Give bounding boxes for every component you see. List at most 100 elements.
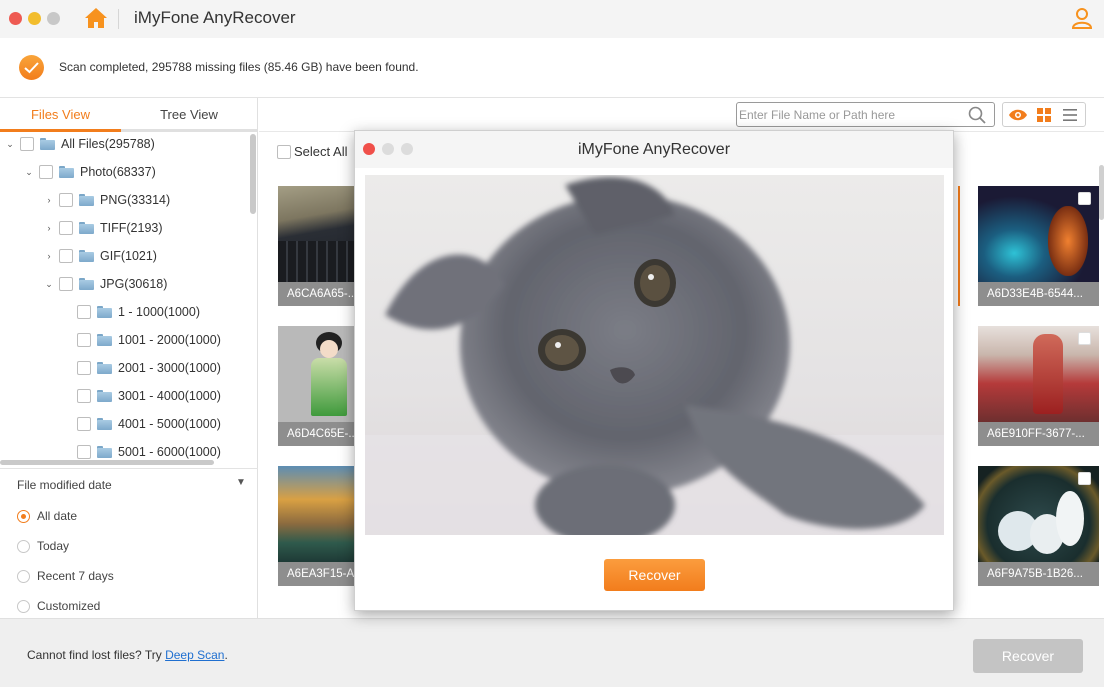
tree-item-label: TIFF(2193) <box>100 221 163 235</box>
deep-scan-prompt: Cannot find lost files? Try Deep Scan. <box>27 648 228 662</box>
tree-checkbox[interactable] <box>59 277 73 291</box>
tree-item-jpg[interactable]: ⌄ JPG(30618) <box>43 273 167 295</box>
tree-item-label: JPG(30618) <box>100 277 168 291</box>
window-minimize-button[interactable] <box>28 12 41 25</box>
thumbnail-item[interactable]: A6F9A75B-1B26... <box>978 466 1099 586</box>
scan-status-message: Scan completed, 295788 missing files (85… <box>59 60 419 74</box>
tree-item-photo[interactable]: ⌄ Photo(68337) <box>23 161 156 183</box>
tree-item-range[interactable]: 4001 - 5000(1000) <box>77 413 221 435</box>
chevron-right-icon[interactable]: › <box>43 194 55 206</box>
chevron-down-icon[interactable]: ⌄ <box>23 166 35 178</box>
file-tree: ⌄ All Files(295788) ⌄ Photo(68337) › PNG… <box>0 132 250 460</box>
chevron-right-icon[interactable]: › <box>43 222 55 234</box>
tree-checkbox[interactable] <box>77 389 91 403</box>
radio-label: All date <box>37 509 78 523</box>
radio-all-date[interactable]: All date <box>17 509 77 523</box>
chevron-down-icon[interactable]: ⌄ <box>43 278 55 290</box>
radio-button[interactable] <box>17 509 30 523</box>
list-view-icon[interactable] <box>1060 106 1080 124</box>
thumbnail-caption: A6D33E4B-6544... <box>978 282 1099 306</box>
window-zoom-button[interactable] <box>47 12 60 25</box>
thumbnail-caption: A6E910FF-3677-... <box>978 422 1099 446</box>
tree-item-label: 1 - 1000(1000) <box>118 305 201 319</box>
tab-files-view[interactable]: Files View <box>0 98 121 132</box>
tree-item-label: GIF(1021) <box>100 249 157 263</box>
date-filter: File modified date ▼ All date Today Rece… <box>0 468 258 618</box>
tree-item-all-files[interactable]: ⌄ All Files(295788) <box>4 133 155 155</box>
tree-item-gif[interactable]: › GIF(1021) <box>43 245 157 267</box>
app-title: iMyFone AnyRecover <box>134 8 296 27</box>
select-all-label: Select All <box>294 144 348 159</box>
folder-icon <box>79 222 94 234</box>
thumbnail-item[interactable]: A6D33E4B-6544... <box>978 186 1099 306</box>
grid-view-icon[interactable] <box>1034 106 1054 124</box>
chevron-down-icon[interactable]: ⌄ <box>4 138 16 150</box>
radio-today[interactable]: Today <box>17 539 69 553</box>
thumbnail-checkbox[interactable] <box>1078 332 1091 345</box>
tree-item-tiff[interactable]: › TIFF(2193) <box>43 217 163 239</box>
thumbnail-caption: A6F9A75B-1B26... <box>978 562 1099 586</box>
tree-item-label: 4001 - 5000(1000) <box>118 417 221 431</box>
home-icon[interactable] <box>84 6 108 30</box>
tree-horizontal-scrollbar[interactable] <box>0 460 214 465</box>
view-mode-buttons <box>1002 102 1086 127</box>
search-icon[interactable] <box>968 106 986 124</box>
title-divider <box>118 9 119 29</box>
tree-item-label: Photo(68337) <box>80 165 156 179</box>
radio-recent-7-days[interactable]: Recent 7 days <box>17 569 114 583</box>
tree-item-label: PNG(33314) <box>100 193 171 207</box>
preview-eye-icon[interactable] <box>1008 106 1028 124</box>
radio-customized[interactable]: Customized <box>17 599 100 613</box>
radio-button[interactable] <box>17 569 30 583</box>
window-close-button[interactable] <box>9 12 22 25</box>
tree-item-label: 2001 - 3000(1000) <box>118 361 221 375</box>
check-circle-icon <box>19 55 44 80</box>
tree-checkbox[interactable] <box>77 361 91 375</box>
preview-title: iMyFone AnyRecover <box>577 141 731 158</box>
title-bar: iMyFone AnyRecover <box>0 0 1104 38</box>
thumbnail-checkbox[interactable] <box>1078 472 1091 485</box>
tree-item-png[interactable]: › PNG(33314) <box>43 189 170 211</box>
tree-checkbox[interactable] <box>77 445 91 459</box>
tree-checkbox[interactable] <box>77 305 91 319</box>
tree-checkbox[interactable] <box>39 165 53 179</box>
search-input[interactable] <box>739 104 961 125</box>
folder-icon <box>97 418 112 430</box>
tree-item-range[interactable]: 1 - 1000(1000) <box>77 301 200 323</box>
tree-vertical-scrollbar[interactable] <box>250 134 256 214</box>
toolbar <box>259 98 1104 132</box>
tree-item-range[interactable]: 3001 - 4000(1000) <box>77 385 221 407</box>
radio-button[interactable] <box>17 599 30 613</box>
tree-checkbox[interactable] <box>77 417 91 431</box>
user-icon[interactable] <box>1071 7 1093 29</box>
select-all-checkbox[interactable] <box>277 144 291 159</box>
tree-checkbox[interactable] <box>59 249 73 263</box>
folder-icon <box>79 278 94 290</box>
folder-icon <box>97 390 112 402</box>
radio-label: Recent 7 days <box>37 569 114 583</box>
thumbnail-checkbox[interactable] <box>1078 192 1091 205</box>
folder-icon <box>40 138 55 150</box>
radio-button[interactable] <box>17 539 30 553</box>
filter-title: File modified date <box>17 478 112 492</box>
grid-vertical-scrollbar[interactable] <box>1099 165 1104 220</box>
deep-scan-link[interactable]: Deep Scan <box>165 648 224 662</box>
tree-checkbox[interactable] <box>20 137 34 151</box>
preview-recover-button[interactable]: Recover <box>604 559 705 591</box>
tree-checkbox[interactable] <box>59 193 73 207</box>
chevron-down-icon[interactable]: ▼ <box>236 477 246 488</box>
chevron-right-icon[interactable]: › <box>43 250 55 262</box>
tree-checkbox[interactable] <box>59 221 73 235</box>
tab-tree-view[interactable]: Tree View <box>121 98 257 132</box>
tree-checkbox[interactable] <box>77 333 91 347</box>
tree-item-range[interactable]: 1001 - 2000(1000) <box>77 329 221 351</box>
kitten-image <box>365 175 944 535</box>
search-box <box>736 102 995 127</box>
folder-icon <box>97 362 112 374</box>
select-all[interactable]: Select All <box>277 144 347 159</box>
tree-item-range[interactable]: 2001 - 3000(1000) <box>77 357 221 379</box>
thumbnail-item[interactable]: A6E910FF-3677-... <box>978 326 1099 446</box>
preview-image <box>365 175 944 535</box>
recover-button[interactable]: Recover <box>973 639 1083 673</box>
tree-item-range[interactable]: 5001 - 6000(1000) <box>77 441 221 460</box>
